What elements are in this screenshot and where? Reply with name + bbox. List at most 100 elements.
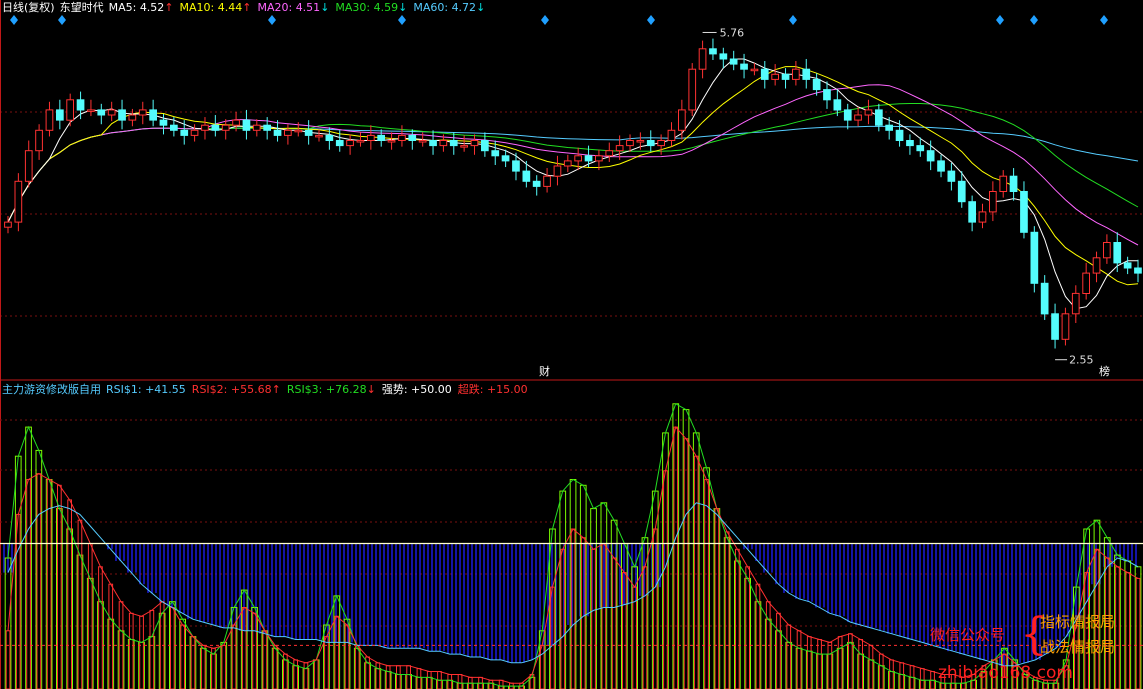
candle-body — [418, 140, 427, 143]
rsi-legend-label: 强势: — [381, 383, 412, 396]
rsi-legend-value: +55.68 — [230, 383, 272, 396]
rsi2-bar — [673, 426, 679, 689]
candle-body — [615, 145, 624, 152]
candle-body — [792, 68, 800, 80]
candle-body — [1040, 282, 1049, 315]
candle-body — [66, 99, 75, 121]
candle-body — [947, 170, 956, 182]
candle-body — [367, 134, 375, 141]
rsi2-bar — [272, 644, 278, 689]
rsi2-bar — [190, 636, 196, 689]
candles — [4, 38, 1142, 349]
rsi2-bar — [77, 519, 83, 689]
event-diamond-icon — [10, 15, 18, 25]
rsi-legend-item: 强势: +50.00 — [382, 383, 452, 396]
candle-body — [35, 129, 43, 152]
rsi2-bar — [704, 479, 709, 689]
candle-body — [957, 180, 966, 203]
rsi2-bar — [313, 659, 319, 689]
ma-legend-label: MA10: — [179, 1, 218, 14]
candle-body — [595, 155, 603, 162]
candle-body — [1061, 313, 1070, 340]
rsi2-bar — [303, 662, 309, 689]
rsi2-bar — [46, 479, 52, 689]
ma-legend-value: 4.52 — [139, 1, 165, 14]
ma-legend-arrow: ↓ — [398, 1, 408, 14]
rsi2-bar — [878, 653, 884, 689]
rsi2-bar — [1074, 624, 1079, 689]
rsi-legend-arrow: ↓ — [366, 383, 376, 396]
candle-body — [760, 68, 769, 80]
candle-body — [315, 134, 323, 138]
rsi2-bar — [806, 636, 812, 689]
candle-body — [812, 78, 821, 91]
watermark-line2: 战法情报局 — [1040, 638, 1116, 656]
rsi-legend-label: 超跌: — [457, 383, 487, 396]
ma-legend-item: MA5: 4.52↑ — [109, 1, 174, 14]
rsi2-bar — [375, 662, 381, 689]
candle-body — [470, 140, 479, 147]
candle-body — [574, 155, 582, 162]
bang-marker: 榜 — [1099, 364, 1110, 378]
rsi2-bar — [108, 583, 114, 689]
candle-body — [854, 114, 862, 121]
candle-body — [512, 160, 520, 172]
event-diamond-icon — [789, 15, 797, 25]
rsi-legend-item: RSI$1: +41.55 — [106, 383, 186, 396]
ma-legend-arrow: ↑ — [242, 1, 252, 14]
rsi2-bar — [396, 665, 401, 689]
candle-body — [553, 165, 562, 177]
candle-body — [740, 63, 748, 70]
candle-body — [1123, 262, 1132, 269]
candle-body — [45, 109, 54, 131]
rsi2-bar — [354, 644, 360, 689]
candle-body — [729, 58, 738, 65]
rsi2-bar — [899, 662, 905, 689]
candle-body — [1092, 257, 1101, 274]
high-price-label: 5.76 — [720, 26, 745, 39]
candle-body — [24, 150, 33, 182]
rsi2-bar — [663, 470, 668, 689]
ma-lines — [7, 58, 1139, 310]
ma-legend-item: MA20: 4.51↓ — [257, 1, 329, 14]
candle-body — [4, 221, 12, 228]
candle-body — [284, 129, 292, 136]
rsi-legend-value: +41.55 — [145, 383, 186, 396]
candle-body — [1020, 191, 1028, 233]
rsi-legend-value: +15.00 — [486, 383, 528, 396]
candle-body — [221, 124, 230, 131]
event-diamond-icon — [647, 15, 655, 25]
candle-body — [76, 99, 85, 111]
stock-chart: 5.76 2.55 财 榜 — [0, 0, 1143, 689]
rsi2-bar — [735, 548, 740, 689]
candle-body — [439, 140, 448, 147]
candle-body — [377, 134, 385, 141]
candle-body — [636, 140, 645, 143]
candle-body — [875, 109, 883, 126]
ma-legend-value: 4.51 — [295, 1, 321, 14]
candle-body — [543, 175, 551, 187]
watermark-line1: 指标情报局 — [1040, 613, 1116, 631]
event-diamond-icon — [1030, 15, 1038, 25]
candle-body — [252, 124, 261, 131]
rsi2-bar — [385, 665, 391, 689]
rsi-legend-label: RSI$2: — [191, 383, 231, 396]
candle-body — [895, 129, 904, 142]
candle-body — [180, 129, 189, 136]
candle-body — [522, 170, 531, 182]
candle-body — [532, 180, 541, 187]
rsi2-bar — [98, 566, 103, 689]
candle-body — [688, 68, 697, 111]
rsi2-bar — [776, 612, 781, 689]
candle-body — [1030, 231, 1039, 284]
rsi-legend-label: RSI$3: — [286, 383, 326, 396]
rsi2-bar — [868, 644, 874, 689]
ma-legend-item: MA60: 4.72↓ — [413, 1, 485, 14]
candle-body — [190, 129, 199, 136]
indicator-name: 主力游资修改版自用 — [2, 383, 101, 396]
rsi2-bar — [498, 679, 504, 689]
candle-body — [107, 109, 116, 116]
candle-body — [56, 109, 64, 121]
candle-body — [481, 140, 489, 152]
candle-body — [408, 134, 417, 141]
